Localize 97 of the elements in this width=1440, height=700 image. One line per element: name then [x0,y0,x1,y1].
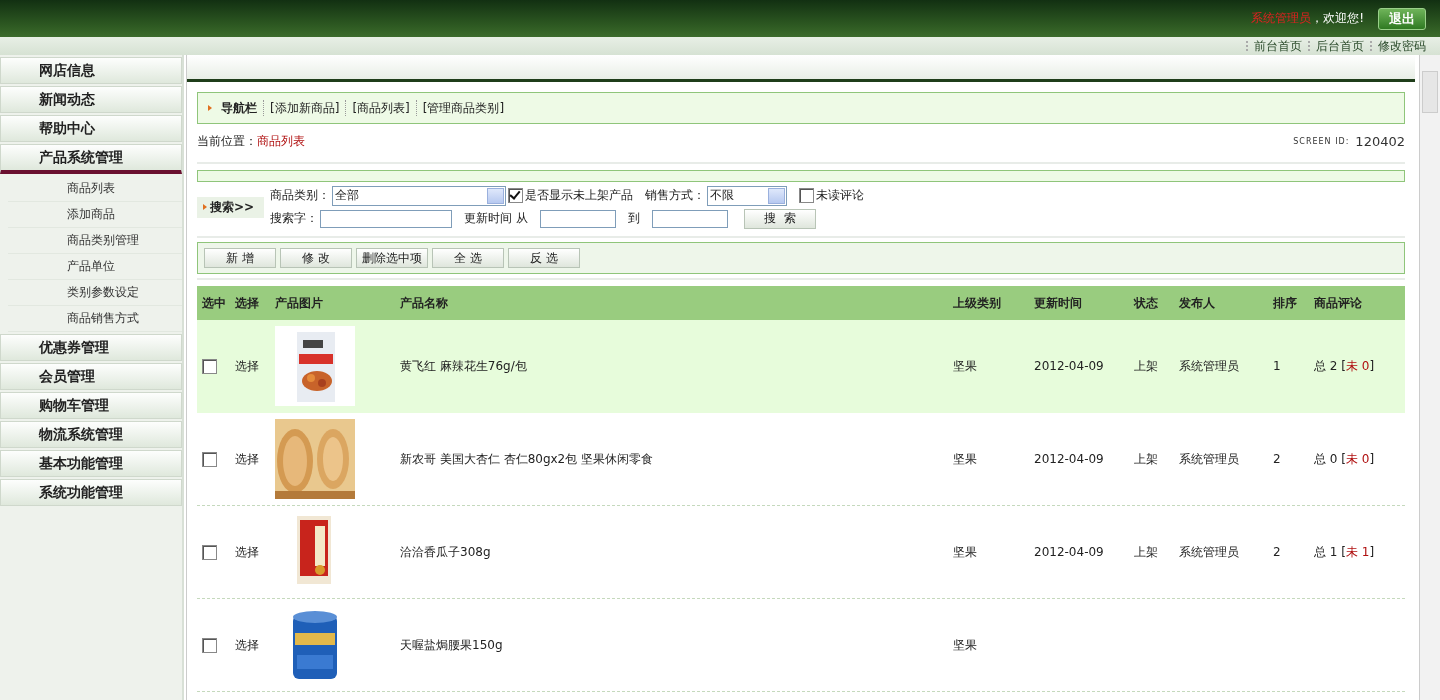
checkbox[interactable] [799,188,815,203]
column-header: 更新时间 [1033,294,1083,312]
location-current: 商品列表 [257,132,305,150]
dropdown-icon [768,187,786,204]
category-text: 坚果 [953,450,977,468]
time-label: 更新时间 从 [464,210,528,227]
product-name: 新农哥 美国大杏仁 杏仁80gx2包 坚果休闲零食 [400,450,654,468]
checkbox-label: 是否显示未上架产品 [525,187,634,204]
action-button[interactable]: 反 选 [508,248,580,268]
sidebar-item[interactable]: 新闻动态 [0,86,182,113]
sidebar-item[interactable]: 基本功能管理 [0,450,182,477]
action-button[interactable]: 全 选 [432,248,504,268]
category-select[interactable]: 全部 [332,185,507,206]
select-link[interactable]: 选择 [235,543,259,561]
publisher-text: 系统管理员 [1179,450,1239,468]
welcome-text: ，欢迎您! [1311,10,1364,27]
status-text: 上架 [1134,450,1158,468]
column-header: 发布人 [1178,294,1216,312]
column-header: 选择 [234,294,260,312]
logout-button[interactable]: 退出 [1378,7,1426,30]
row-checkbox[interactable] [202,358,217,374]
location-label: 当前位置： [197,132,257,150]
product-name: 洽洽香瓜子308g [400,543,491,561]
sidebar-item[interactable]: 物流系统管理 [0,421,182,448]
keyword-label: 搜索字： [270,210,319,227]
action-button[interactable]: 修 改 [280,248,352,268]
column-header: 商品评论 [1313,294,1363,312]
review-count: 总 1 [未 1] [1314,543,1375,561]
nav-link[interactable]: [商品列表] [352,99,410,117]
sidebar-subitem[interactable]: 商品类别管理 [8,228,182,254]
date-from-field[interactable] [539,209,616,228]
sidebar-item[interactable]: 系统功能管理 [0,479,182,506]
nav-link[interactable]: [管理商品类别] [422,99,505,117]
sidebar-subitem[interactable]: 产品单位 [8,254,182,280]
column-header: 产品名称 [399,294,449,312]
dropdown-icon [487,187,505,204]
date-to-field[interactable] [651,209,728,228]
product-name: 天喔盐焗腰果150g [400,636,503,654]
status-text: 上架 [1134,357,1158,375]
publisher-text: 系统管理员 [1179,357,1239,375]
sale-select[interactable]: 不限 [707,185,788,206]
sort-text: 2 [1273,452,1281,466]
select-link[interactable]: 选择 [235,450,259,468]
search-title: 搜索>> [210,198,255,216]
category-text: 坚果 [953,636,977,654]
publisher-text: 系统管理员 [1179,543,1239,561]
date-text: 2012-04-09 [1034,545,1104,559]
column-header: 选中 [201,294,227,312]
review-count: 总 0 [未 0] [1314,450,1375,468]
scrollbar[interactable] [1419,55,1440,700]
sidebar-item[interactable]: 优惠券管理 [0,334,182,361]
column-header: 状态 [1132,294,1159,312]
sidebar-subitem[interactable]: 类别参数设定 [8,280,182,306]
sidebar-item[interactable]: 产品系统管理 [0,144,182,174]
select-link[interactable]: 选择 [235,357,259,375]
checkbox-label: 未读评论 [816,187,865,204]
to-label: 到 [627,210,640,227]
sort-text: 1 [1273,359,1281,373]
sidebar-item[interactable]: 购物车管理 [0,392,182,419]
review-count: 总 2 [未 0] [1314,357,1375,375]
user-name: 系统管理员 [1251,10,1312,27]
date-text: 2012-04-09 [1034,359,1104,373]
nav-title: 导航栏 [221,99,257,117]
sidebar-item[interactable]: 会员管理 [0,363,182,390]
row-checkbox[interactable] [202,451,217,467]
sidebar-subitem[interactable]: 商品销售方式 [8,306,182,332]
column-header: 排序 [1272,294,1298,312]
sidebar-item[interactable]: 网店信息 [0,57,182,84]
screen-id-label: SCREEN ID: [1293,136,1350,146]
column-header: 产品图片 [274,294,324,312]
keyword-field[interactable] [320,209,453,228]
category-text: 坚果 [953,543,977,561]
select-link[interactable]: 选择 [235,636,259,654]
search-button[interactable]: 搜 索 [743,208,816,229]
header-link[interactable]: 后台首页 [1316,37,1364,55]
sort-text: 2 [1273,545,1281,559]
category-text: 坚果 [953,357,977,375]
action-button[interactable]: 新 增 [204,248,276,268]
nav-link[interactable]: [添加新商品] [270,99,340,117]
date-text: 2012-04-09 [1034,452,1104,466]
status-text: 上架 [1134,543,1158,561]
sidebar-item[interactable]: 帮助中心 [0,115,182,142]
sale-label: 销售方式： [645,187,706,204]
arrow-icon [203,204,207,210]
category-label: 商品类别： [270,187,331,204]
sidebar-subitem[interactable]: 添加商品 [8,202,182,228]
checkbox[interactable] [508,188,524,203]
action-button[interactable]: 删除选中项 [356,248,428,268]
screen-id: 120402 [1355,133,1405,149]
arrow-icon [208,105,212,111]
product-name: 黄飞红 麻辣花生76g/包 [400,357,527,375]
header-link[interactable]: 修改密码 [1378,37,1426,55]
row-checkbox[interactable] [202,637,217,653]
sidebar-subitem[interactable]: 商品列表 [8,176,182,202]
column-header: 上级类别 [952,294,1002,312]
header-link[interactable]: 前台首页 [1254,37,1302,55]
row-checkbox[interactable] [202,544,217,560]
